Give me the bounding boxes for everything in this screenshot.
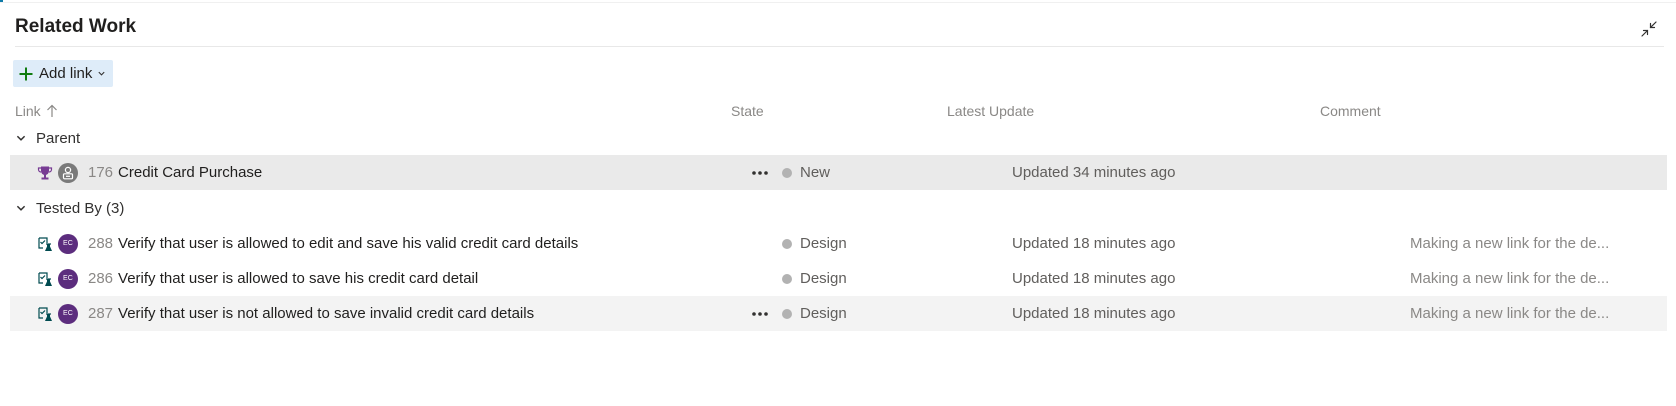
test-case-icon [36,226,54,261]
state-cell: Design [782,261,847,296]
user-avatar: EC [58,233,78,254]
comment-cell: Making a new link for the de... [1410,261,1630,296]
test-case-icon [36,261,54,296]
chevron-down-icon [16,135,26,141]
column-header-latest-update[interactable]: Latest Update [947,103,1034,119]
work-item-title: Verify that user is not allowed to save … [118,305,535,322]
avatar: EC [57,261,79,296]
column-header-latest-update-label: Latest Update [947,103,1035,119]
add-link-label: Add link [39,65,93,82]
user-avatar: EC [58,268,78,289]
work-item-link[interactable]: 288 Verify that user is allowed to edit … [88,226,578,261]
work-item-title: Verify that user is allowed to save his … [118,270,479,287]
state-label: Design [800,270,847,287]
table-row[interactable]: EC 288 Verify that user is allowed to ed… [10,226,1667,261]
comment-text: Making a new link for the de... [1410,235,1610,252]
avatar [57,155,79,190]
comment-cell [1410,155,1630,190]
trophy-icon [36,155,54,190]
latest-update: Updated 34 minutes ago [1012,164,1176,181]
latest-update: Updated 18 minutes ago [1012,235,1176,252]
table-row[interactable]: EC 286 Verify that user is allowed to sa… [10,261,1667,296]
more-icon [752,311,768,316]
column-header-link[interactable]: Link [15,103,58,119]
column-header-state-label: State [731,103,764,119]
state-dot [782,238,792,249]
more-actions-button[interactable] [748,155,772,190]
comment-cell: Making a new link for the de... [1410,226,1630,261]
unassigned-user-icon [58,162,78,183]
work-item-link[interactable]: 287 Verify that user is not allowed to s… [88,296,534,331]
column-header-comment[interactable]: Comment [1320,103,1381,119]
state-cell: New [782,155,830,190]
collapse-button[interactable] [1636,16,1662,42]
avatar: EC [57,226,79,261]
work-item-id: 286 [88,270,114,287]
user-avatar: EC [58,303,78,324]
column-header-state[interactable]: State [731,103,764,119]
work-item-id: 287 [88,305,114,322]
latest-update: Updated 18 minutes ago [1012,270,1176,287]
state-label: Design [800,305,847,322]
plus-icon [19,67,33,80]
collapse-arrows-icon [1641,21,1657,37]
work-item-title: Credit Card Purchase [118,164,263,181]
work-item-id: 176 [88,164,114,181]
work-item-link[interactable]: 176 Credit Card Purchase [88,155,262,190]
panel-title: Related Work [15,16,137,37]
top-divider [0,2,1676,3]
state-label: Design [800,235,847,252]
table-row[interactable]: 176 Credit Card Purchase New Updated 34 … [10,155,1667,190]
more-actions-button[interactable] [748,296,772,331]
comment-text: Making a new link for the de... [1410,305,1610,322]
sort-ascending-icon [46,104,57,117]
state-cell: Design [782,296,847,331]
group-header-parent[interactable]: Parent [15,124,80,152]
work-item-title: Verify that user is allowed to edit and … [118,235,579,252]
table-row[interactable]: EC 287 Verify that user is not allowed t… [10,296,1667,331]
panel-header: Related Work [15,6,1664,47]
state-dot [782,273,792,284]
test-case-icon [36,296,54,331]
comment-text: Making a new link for the de... [1410,270,1610,287]
work-item-id: 288 [88,235,114,252]
column-header-link-label: Link [15,103,41,119]
state-label: New [800,164,831,181]
work-item-link[interactable]: 286 Verify that user is allowed to save … [88,261,478,296]
more-icon [752,170,768,175]
group-label: Tested By (3) [36,199,125,217]
state-dot [782,308,792,319]
group-label: Parent [36,129,81,147]
latest-update: Updated 18 minutes ago [1012,305,1176,322]
chevron-down-icon [16,205,26,211]
comment-cell: Making a new link for the de... [1410,296,1630,331]
chevron-down-icon [98,71,105,76]
state-cell: Design [782,226,847,261]
state-dot [782,167,792,178]
group-header-tested-by[interactable]: Tested By (3) [15,194,124,222]
avatar: EC [57,296,79,331]
add-link-button[interactable]: Add link [13,60,114,87]
column-header-comment-label: Comment [1320,103,1381,119]
